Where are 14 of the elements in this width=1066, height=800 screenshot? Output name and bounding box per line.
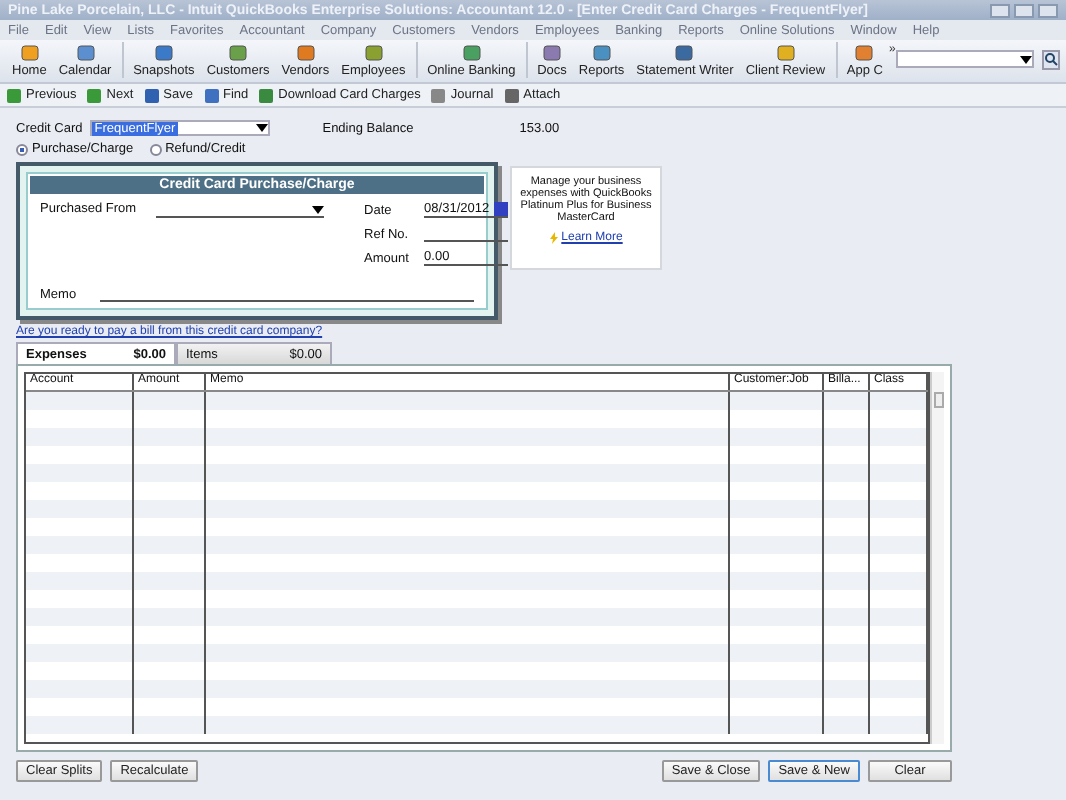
close-button[interactable] xyxy=(1038,3,1058,17)
purchased-from-field[interactable] xyxy=(156,202,325,218)
dropdown-arrow-icon xyxy=(312,205,325,213)
search-field[interactable] xyxy=(895,50,1034,68)
radio-button[interactable] xyxy=(149,143,162,155)
scrollbar[interactable] xyxy=(930,372,944,744)
minimize-button[interactable] xyxy=(990,3,1010,17)
search-button[interactable] xyxy=(1042,49,1060,69)
restore-button[interactable] xyxy=(1014,3,1034,17)
dropdown-arrow-icon xyxy=(256,124,269,132)
radio-button[interactable] xyxy=(16,143,28,155)
search-icon xyxy=(1044,52,1058,66)
lightning-icon xyxy=(549,232,558,244)
dropdown-arrow-icon xyxy=(1020,55,1032,63)
